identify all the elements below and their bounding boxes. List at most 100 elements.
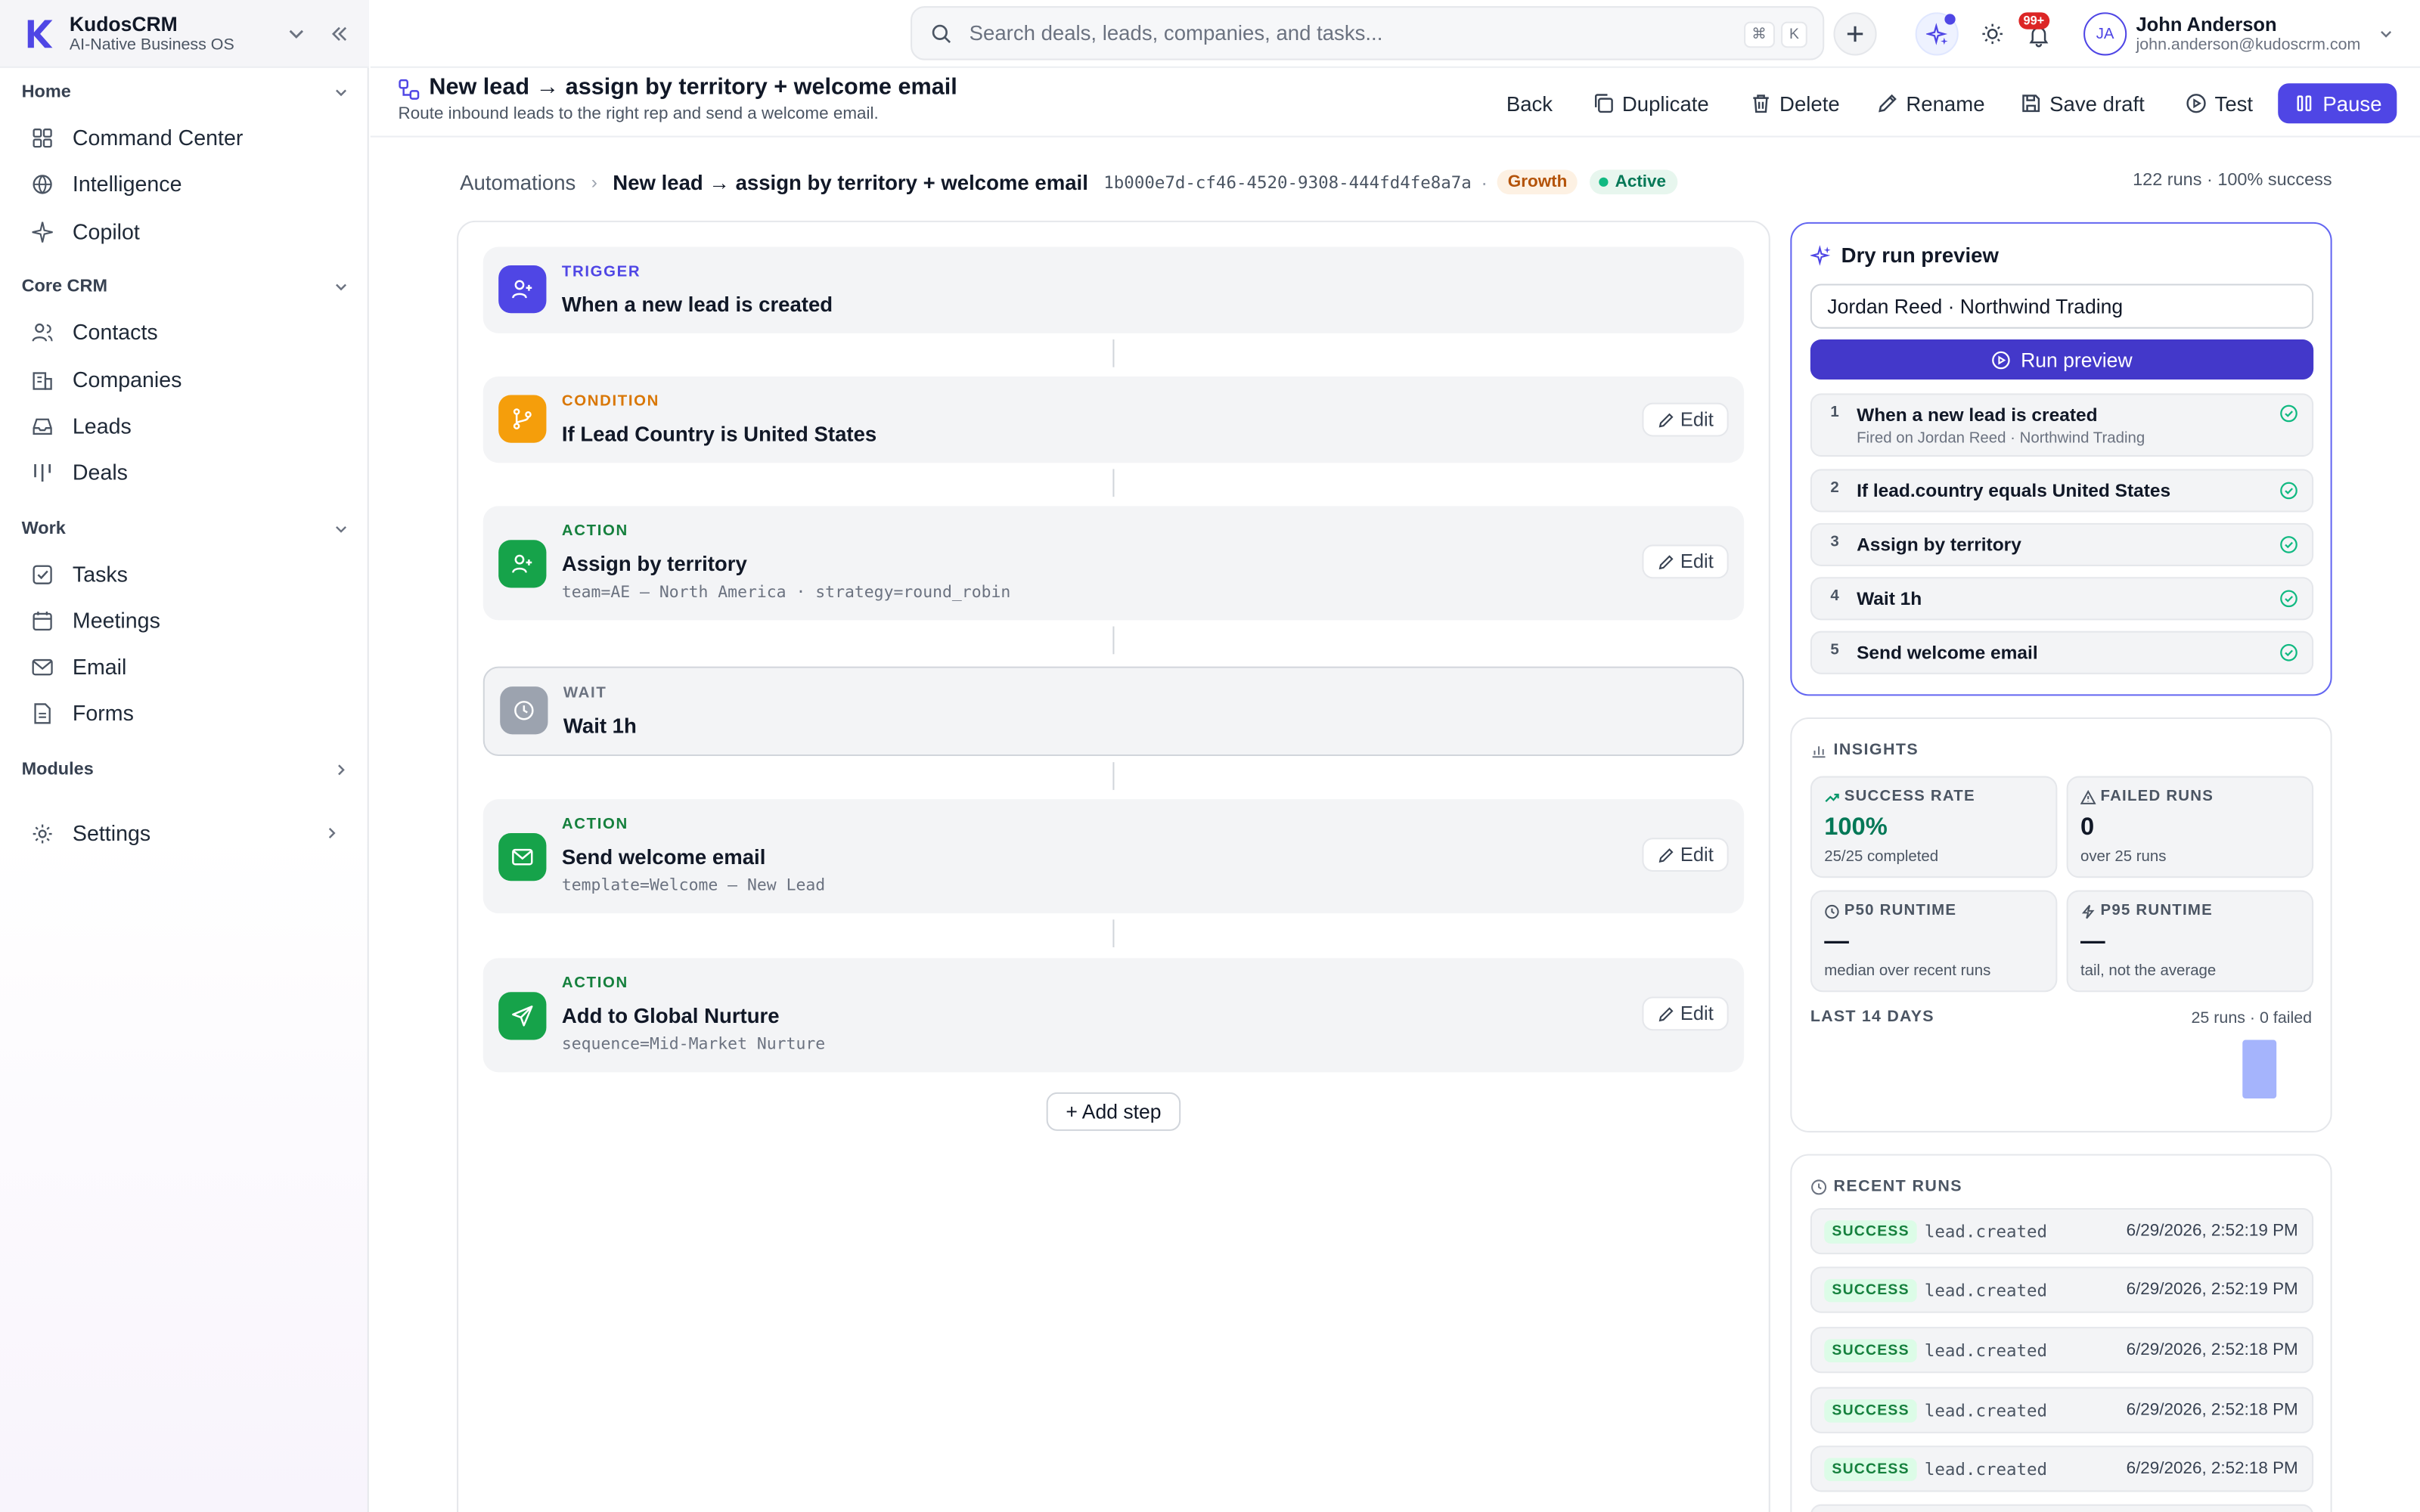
pause-icon <box>2297 95 2312 112</box>
check-circle-icon <box>2280 643 2297 662</box>
check-circle-icon <box>2280 482 2297 500</box>
edit-label: Edit <box>1680 550 1714 573</box>
create-button[interactable] <box>1833 12 1877 56</box>
dry-run-panel: Dry run preview Run preview 1 When a new… <box>1790 222 2332 696</box>
test-label: Test <box>2214 91 2254 116</box>
sidebar-item-contacts[interactable]: Contacts <box>31 311 340 352</box>
run-timestamp: 6/29/2026, 2:52:19 PM <box>2126 1280 2298 1300</box>
run-event: lead.created <box>1924 1280 2048 1301</box>
flow-step-add-nurture[interactable]: ACTION Add to Global Nurture sequence=Mi… <box>482 958 1745 1073</box>
save-draft-label: Save draft <box>2049 91 2145 116</box>
search-icon <box>932 23 951 43</box>
step-kind-label: ACTION <box>561 816 628 834</box>
ai-assistant-button[interactable] <box>1915 12 1959 56</box>
sidebar-item-copilot[interactable]: Copilot <box>31 212 340 252</box>
workflow-icon <box>399 79 420 100</box>
runs-summary: 122 runs · 100% success <box>2133 171 2332 191</box>
recent-runs-header: RECENT RUNS <box>1810 1177 1962 1196</box>
run-event: lead.created <box>1924 1222 2048 1242</box>
metric-sub: 25/25 completed <box>1824 848 1939 866</box>
sidebar-item-companies[interactable]: Companies <box>31 360 340 400</box>
sidebar-item-settings[interactable]: Settings <box>31 813 340 854</box>
dry-run-step-number: 5 <box>1830 641 1839 659</box>
section-core-crm[interactable]: Core CRM <box>22 277 349 296</box>
run-timestamp: 6/29/2026, 2:52:18 PM <box>2126 1401 2298 1420</box>
section-label: Modules <box>21 761 94 779</box>
run-timestamp: 6/29/2026, 2:52:18 PM <box>2126 1459 2298 1479</box>
edit-step-button[interactable]: Edit <box>1642 402 1729 437</box>
rename-button[interactable]: Rename <box>1877 85 1985 122</box>
dry-run-title: Dry run preview <box>1810 243 1999 267</box>
dry-run-step-number: 1 <box>1830 404 1839 422</box>
sidebar-item-intelligence[interactable]: Intelligence <box>31 163 340 203</box>
edit-step-button[interactable]: Edit <box>1642 996 1729 1031</box>
sidebar-item-label: Leads <box>72 413 132 438</box>
pause-button[interactable]: Pause <box>2278 83 2397 124</box>
page-title: New lead → assign by territory + welcome… <box>429 73 957 101</box>
flow-step-assign-territory[interactable]: ACTION Assign by territory team=AE — Nor… <box>482 506 1745 621</box>
flow-step-trigger[interactable]: TRIGGER When a new lead is created <box>482 246 1745 333</box>
section-modules[interactable]: Modules <box>22 761 349 779</box>
duplicate-label: Duplicate <box>1621 91 1709 116</box>
run-preview-button[interactable]: Run preview <box>1810 339 2314 380</box>
sidebar-item-command-center[interactable]: Command Center <box>31 117 340 157</box>
chevron-down-icon <box>2381 30 2393 38</box>
edit-step-button[interactable]: Edit <box>1642 838 1729 872</box>
collapse-sidebar-icon[interactable] <box>329 23 351 45</box>
sidebar-item-leads[interactable]: Leads <box>31 406 340 446</box>
search-input[interactable] <box>966 20 1708 47</box>
section-label: Work <box>21 519 66 539</box>
edit-step-button[interactable]: Edit <box>1642 544 1729 579</box>
run-row[interactable]: SUCCESS lead.created 6/29/2026, 2:52:18 … <box>1810 1327 2314 1374</box>
run-event: lead.created <box>1924 1340 2048 1361</box>
step-icon-box <box>498 395 547 443</box>
run-row[interactable]: SUCCESS lead.created 6/29/2026, 2:52:19 … <box>1810 1266 2314 1313</box>
metric-value: 0 <box>2080 814 2095 841</box>
theme-toggle[interactable] <box>1980 22 2005 47</box>
sidebar-item-label: Tasks <box>72 561 128 587</box>
run-row[interactable]: SUCCESS lead.created 6/29/2026, 2:52:18 … <box>1810 1445 2314 1492</box>
global-search[interactable]: ⌘ K <box>911 6 1825 60</box>
sidebar-item-tasks[interactable]: Tasks <box>31 554 340 594</box>
sidebar-item-deals[interactable]: Deals <box>31 452 340 492</box>
sparkle-icon <box>32 221 53 242</box>
kbd-mod-key: ⌘ <box>1744 21 1774 48</box>
brand-header[interactable]: KudosCRM AI-Native Business OS <box>0 0 369 68</box>
user-menu[interactable]: JA John Anderson john.anderson@kudoscrm.… <box>2083 9 2394 58</box>
step-kind-label: ACTION <box>561 522 628 541</box>
flow-step-wait[interactable]: WAIT Wait 1h <box>482 666 1745 756</box>
sidebar-item-meetings[interactable]: Meetings <box>31 600 340 640</box>
bar-chart-icon <box>1812 745 1826 758</box>
preview-record-input[interactable] <box>1810 284 2314 329</box>
test-button[interactable]: Test <box>2186 85 2253 122</box>
step-title: When a new lead is created <box>561 293 833 317</box>
sidebar-item-email[interactable]: Email <box>31 646 340 686</box>
pause-label: Pause <box>2322 91 2382 116</box>
add-step-button[interactable]: + Add step <box>1046 1092 1181 1131</box>
dry-run-step: 4 Wait 1h <box>1810 577 2314 621</box>
rename-label: Rename <box>1906 91 1985 116</box>
dry-run-step-name: Send welcome email <box>1857 641 2038 664</box>
run-row[interactable] <box>1810 1504 2314 1512</box>
status-dot <box>1599 177 1609 187</box>
save-draft-button[interactable]: Save draft <box>2020 85 2145 122</box>
notifications-button[interactable]: 99+ <box>2018 12 2055 49</box>
flow-step-send-email[interactable]: ACTION Send welcome email template=Welco… <box>482 799 1745 914</box>
section-work[interactable]: Work <box>22 520 349 538</box>
recent-runs-title: RECENT RUNS <box>1833 1177 1962 1196</box>
duplicate-button[interactable]: Duplicate <box>1593 85 1709 122</box>
flow-step-condition[interactable]: CONDITION If Lead Country is United Stat… <box>482 376 1745 463</box>
delete-button[interactable]: Delete <box>1750 85 1840 122</box>
chevron-down-icon <box>336 284 347 291</box>
section-home[interactable]: Home <box>22 83 349 102</box>
breadcrumb-automations-link[interactable]: Automations <box>460 171 576 194</box>
run-row[interactable]: SUCCESS lead.created 6/29/2026, 2:52:18 … <box>1810 1387 2314 1433</box>
chevron-down-icon[interactable] <box>286 23 308 45</box>
kbd-k-key: K <box>1781 21 1807 48</box>
run-row[interactable]: SUCCESS lead.created 6/29/2026, 2:52:19 … <box>1810 1207 2314 1255</box>
user-plus-icon <box>512 280 532 299</box>
back-button[interactable]: Back <box>1506 85 1553 122</box>
sidebar-item-forms[interactable]: Forms <box>31 692 340 733</box>
recent-runs-panel: RECENT RUNS SUCCESS lead.created 6/29/20… <box>1790 1154 2332 1512</box>
lightning-icon <box>2081 903 2095 919</box>
